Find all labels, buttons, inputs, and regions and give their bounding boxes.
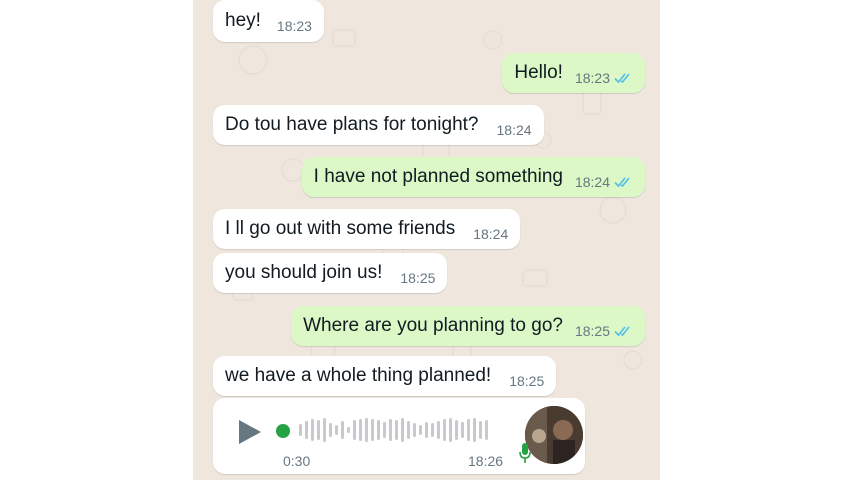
message-text: we have a whole thing planned! [225, 365, 492, 386]
waveform-bar [461, 422, 464, 438]
message-bubble-outgoing[interactable]: Where are you planning to go? 18:25 [291, 306, 645, 346]
waveform-bar [299, 424, 302, 436]
message-text: hey! [225, 10, 261, 31]
message-time: 18:23 [276, 18, 312, 34]
message-bubble-incoming[interactable]: we have a whole thing planned! 18:25 [213, 356, 557, 396]
waveform-bar [449, 418, 452, 442]
message-time: 18:24 [496, 122, 532, 138]
waveform-bar [389, 419, 392, 441]
waveform-bar [341, 421, 344, 439]
waveform-bar [455, 420, 458, 440]
avatar[interactable] [525, 406, 583, 464]
waveform-bar [485, 420, 488, 440]
message-time: 18:25 [400, 270, 436, 286]
message-bubble-outgoing[interactable]: I have not planned something 18:24 [301, 157, 645, 197]
waveform-bar [467, 419, 470, 441]
message-bubble-incoming[interactable]: I ll go out with some friends 18:24 [213, 209, 521, 249]
message-text: I ll go out with some friends [225, 218, 456, 239]
read-ticks-icon [614, 73, 630, 84]
waveform-bar [419, 425, 422, 435]
waveform-bar [395, 420, 398, 440]
waveform-bar [431, 423, 434, 437]
read-ticks-icon [614, 177, 630, 188]
waveform-bar [479, 421, 482, 439]
waveform-bar [425, 422, 428, 438]
waveform-bar [401, 418, 404, 442]
waveform-bar [353, 420, 356, 440]
message-text: Where are you planning to go? [303, 315, 563, 336]
waveform-bar [407, 421, 410, 439]
voice-time: 18:26 [468, 453, 504, 469]
chat-window: hey! 18:23 Hello! 18:23 Do tou have plan… [193, 0, 660, 480]
waveform-bar [473, 418, 476, 442]
waveform-bar [383, 422, 386, 438]
waveform-bar [329, 423, 332, 437]
message-text: Do tou have plans for tonight? [225, 114, 479, 135]
audio-waveform[interactable] [299, 414, 499, 446]
waveform-bar [359, 419, 362, 441]
message-time: 18:25 [574, 323, 610, 339]
message-bubble-incoming[interactable]: hey! 18:23 [213, 0, 324, 42]
waveform-bar [377, 420, 380, 440]
waveform-bar [365, 418, 368, 442]
read-ticks-icon [614, 326, 630, 337]
mic-icon [519, 443, 531, 463]
message-bubble-incoming[interactable]: you should join us! 18:25 [213, 253, 448, 293]
message-text: Hello! [514, 62, 563, 83]
play-icon[interactable] [237, 419, 263, 445]
waveform-bar [323, 418, 326, 442]
message-time: 18:24 [574, 174, 610, 190]
waveform-bar [305, 421, 308, 439]
waveform-bar [443, 419, 446, 441]
message-text: you should join us! [225, 262, 383, 283]
message-time: 18:24 [473, 226, 509, 242]
message-text: I have not planned something [313, 166, 563, 187]
waveform-bar [437, 421, 440, 439]
message-bubble-outgoing[interactable]: Hello! 18:23 [502, 53, 645, 93]
playback-position-dot[interactable] [276, 424, 290, 438]
waveform-bar [413, 423, 416, 437]
voice-duration: 0:30 [283, 453, 311, 469]
message-bubble-incoming[interactable]: Do tou have plans for tonight? 18:24 [213, 105, 544, 145]
message-time: 18:23 [574, 70, 610, 86]
waveform-bar [317, 420, 320, 440]
waveform-bar [347, 427, 350, 433]
waveform-bar [311, 419, 314, 441]
avatar-photo [525, 406, 583, 464]
waveform-bar [335, 425, 338, 435]
waveform-bar [371, 419, 374, 441]
message-time: 18:25 [509, 373, 545, 389]
